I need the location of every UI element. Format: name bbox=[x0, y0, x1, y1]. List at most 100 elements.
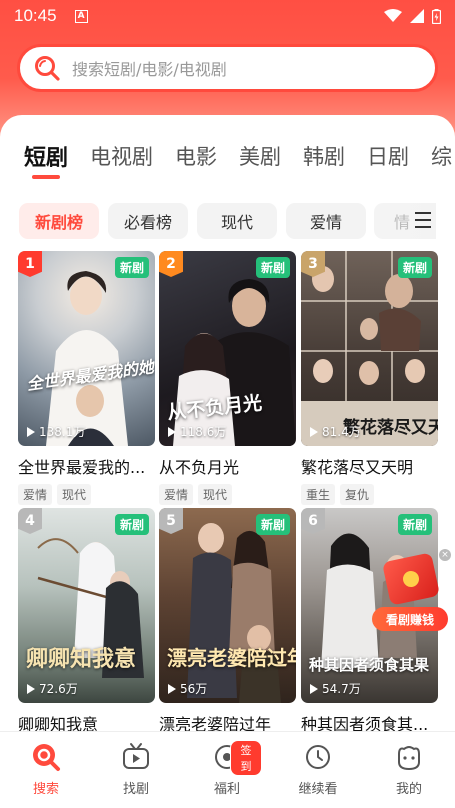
tab-variety[interactable]: 综 bbox=[431, 141, 452, 171]
drama-poster[interactable]: 漂亮老婆陪过年 5 新剧 56万 bbox=[159, 508, 296, 703]
tag-list: 爱情 现代 bbox=[159, 484, 296, 505]
tab-movie[interactable]: 电影 bbox=[175, 141, 217, 171]
tab-short-drama[interactable]: 短剧 bbox=[24, 140, 68, 172]
wifi-icon bbox=[384, 9, 402, 22]
play-count-value: 72.6万 bbox=[39, 682, 78, 696]
status-bar: 10:45 A bbox=[0, 0, 455, 32]
drama-poster[interactable]: 卿卿知我意 4 新剧 72.6万 bbox=[18, 508, 155, 703]
drama-card[interactable]: 全世界最爱我的她 1 新剧 138.1万 全世界最爱我的... 爱情 现代 bbox=[18, 251, 155, 505]
tag: 爱情 bbox=[18, 484, 53, 505]
play-icon bbox=[168, 683, 176, 694]
nav-label: 福利 bbox=[213, 782, 240, 797]
tag-list: 重生 复仇 bbox=[301, 484, 438, 505]
tab-tv-series[interactable]: 电视剧 bbox=[90, 141, 153, 171]
tag-list: 爱情 现代 bbox=[18, 484, 155, 505]
nav-label: 搜索 bbox=[32, 782, 59, 797]
drama-card[interactable]: 繁花落尽又天明 3 新剧 81.4万 繁花落尽又天明 重生 复仇 bbox=[301, 251, 438, 505]
play-count: 138.1万 bbox=[27, 423, 85, 440]
chip-romance[interactable]: 爱情 bbox=[286, 203, 366, 239]
play-count: 72.6万 bbox=[27, 680, 78, 697]
tag: 重生 bbox=[301, 484, 336, 505]
drama-title[interactable]: 从不负月光 bbox=[159, 454, 296, 478]
drama-title[interactable]: 全世界最爱我的... bbox=[18, 454, 155, 478]
profile-icon bbox=[398, 746, 420, 771]
search-icon bbox=[33, 744, 60, 771]
poster-title: 卿卿知我意 bbox=[26, 646, 137, 672]
nav-label: 继续看 bbox=[298, 782, 338, 797]
tab-japanese-drama[interactable]: 日剧 bbox=[367, 141, 409, 171]
play-count-value: 138.1万 bbox=[39, 425, 86, 439]
rank-badge: 2 bbox=[159, 251, 183, 277]
drama-poster[interactable]: 从不负月光 2 新剧 118.6万 bbox=[159, 251, 296, 446]
nav-find-drama[interactable]: 找剧 bbox=[101, 742, 171, 797]
signal-icon bbox=[410, 9, 424, 23]
rank-badge: 3 bbox=[301, 251, 325, 277]
new-badge: 新剧 bbox=[397, 257, 432, 278]
poster-title: 种其因者须食其果 bbox=[309, 656, 430, 674]
search-input[interactable]: 搜索短剧/电影/电视剧 bbox=[72, 56, 227, 80]
drama-title[interactable]: 繁花落尽又天明 bbox=[301, 454, 438, 478]
bottom-nav: 搜索 找剧 签到 福利 继续看 我的 bbox=[0, 731, 455, 808]
nav-continue-watching[interactable]: 继续看 bbox=[283, 742, 353, 797]
tv-icon bbox=[123, 743, 149, 769]
drama-poster[interactable]: 全世界最爱我的她 1 新剧 138.1万 bbox=[18, 251, 155, 446]
category-tabs: 短剧 电视剧 电影 美剧 韩剧 日剧 综 bbox=[0, 139, 455, 173]
rank-badge: 6 bbox=[301, 508, 325, 534]
rank-badge: 5 bbox=[159, 508, 183, 534]
search-bar[interactable]: 搜索短剧/电影/电视剧 bbox=[17, 44, 438, 92]
red-envelope-icon bbox=[381, 552, 441, 606]
nav-search[interactable]: 搜索 bbox=[11, 742, 81, 797]
earn-money-promo[interactable]: 看剧赚钱 × bbox=[372, 549, 451, 633]
poster-title: 漂亮老婆陪过年 bbox=[167, 646, 296, 670]
tab-us-drama[interactable]: 美剧 bbox=[239, 141, 281, 171]
new-badge: 新剧 bbox=[397, 514, 432, 535]
rank-badge: 1 bbox=[18, 251, 42, 277]
nav-label: 我的 bbox=[395, 782, 422, 797]
play-count-value: 54.7万 bbox=[322, 682, 361, 696]
menu-icon[interactable] bbox=[415, 212, 431, 230]
poster-art bbox=[187, 523, 281, 703]
tag: 复仇 bbox=[340, 484, 375, 505]
play-icon bbox=[27, 426, 35, 437]
tag: 现代 bbox=[57, 484, 92, 505]
rank-badge: 4 bbox=[18, 508, 42, 534]
play-count-value: 56万 bbox=[180, 682, 208, 696]
clock-icon bbox=[306, 745, 330, 769]
play-icon bbox=[310, 683, 318, 694]
battery-icon bbox=[432, 8, 441, 24]
promo-label[interactable]: 看剧赚钱 bbox=[372, 607, 448, 631]
active-tab-indicator bbox=[32, 175, 60, 179]
nav-welfare[interactable]: 签到 福利 bbox=[192, 740, 262, 797]
play-count-value: 81.4万 bbox=[322, 425, 361, 439]
chip-modern[interactable]: 现代 bbox=[197, 203, 277, 239]
play-icon bbox=[168, 426, 176, 437]
play-count: 81.4万 bbox=[310, 423, 361, 440]
close-icon[interactable]: × bbox=[439, 549, 451, 561]
new-badge: 新剧 bbox=[114, 257, 149, 278]
tab-korean-drama[interactable]: 韩剧 bbox=[303, 141, 345, 171]
status-time: 10:45 bbox=[14, 6, 57, 25]
play-count-value: 118.6万 bbox=[180, 425, 227, 439]
drama-card[interactable]: 卿卿知我意 4 新剧 72.6万 卿卿知我意 bbox=[18, 508, 155, 735]
poster-art bbox=[46, 271, 128, 446]
new-badge: 新剧 bbox=[114, 514, 149, 535]
play-count: 54.7万 bbox=[310, 680, 361, 697]
filter-chips: 新剧榜 必看榜 现代 爱情 情 bbox=[0, 203, 455, 239]
drama-card[interactable]: 从不负月光 2 新剧 118.6万 从不负月光 爱情 现代 bbox=[159, 251, 296, 505]
play-icon bbox=[27, 683, 35, 694]
drama-card[interactable]: 漂亮老婆陪过年 5 新剧 56万 漂亮老婆陪过年 bbox=[159, 508, 296, 735]
play-count: 56万 bbox=[168, 680, 207, 697]
drama-poster[interactable]: 繁花落尽又天明 3 新剧 81.4万 bbox=[301, 251, 438, 446]
nav-label: 找剧 bbox=[122, 782, 149, 797]
chip-must-watch[interactable]: 必看榜 bbox=[108, 203, 188, 239]
poster-art bbox=[37, 538, 144, 678]
search-icon bbox=[35, 56, 60, 81]
nav-profile[interactable]: 我的 bbox=[374, 742, 444, 797]
notification-icon: A bbox=[74, 9, 88, 23]
play-count: 118.6万 bbox=[168, 423, 226, 440]
play-icon bbox=[310, 426, 318, 437]
tag: 爱情 bbox=[159, 484, 194, 505]
new-badge: 新剧 bbox=[255, 257, 290, 278]
chip-new-ranking[interactable]: 新剧榜 bbox=[19, 203, 99, 239]
tag: 现代 bbox=[198, 484, 233, 505]
